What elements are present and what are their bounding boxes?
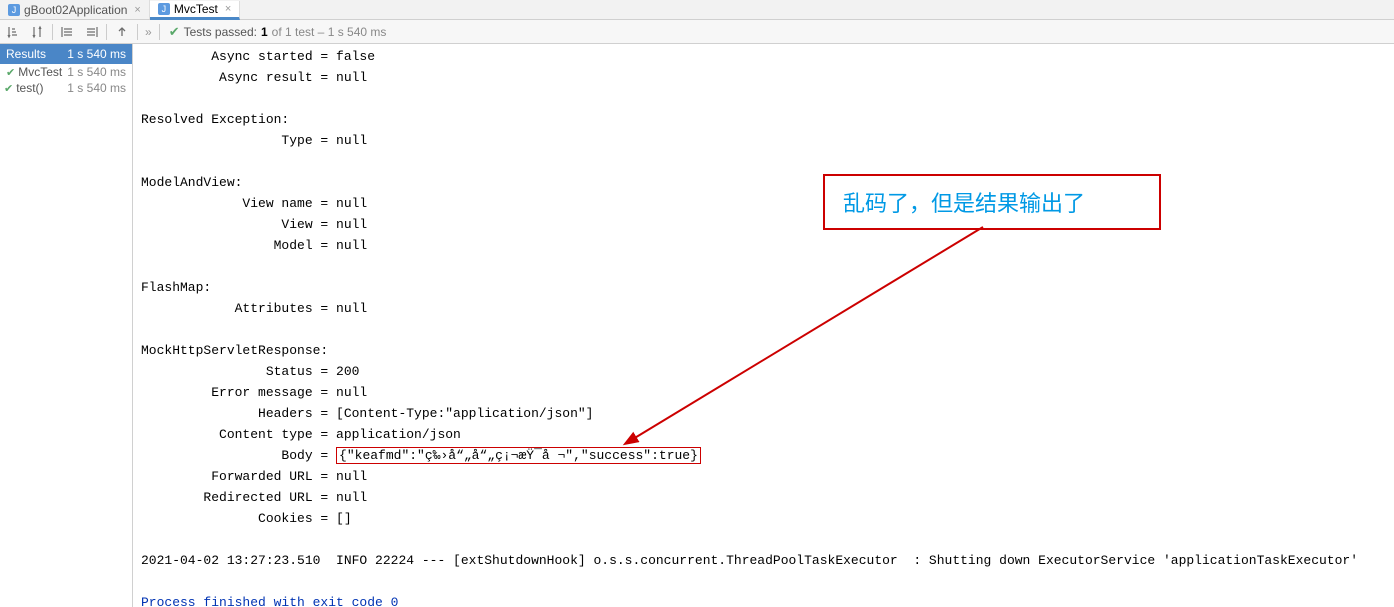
tab-app[interactable]: J gBoot02Application × (0, 0, 150, 19)
exit-code-line: Process finished with exit code 0 (141, 595, 398, 607)
sort-duration-button[interactable] (27, 22, 47, 42)
results-time: 1 s 540 ms (67, 47, 126, 61)
tree-row-class[interactable]: ✔ MvcTest 1 s 540 ms (0, 64, 132, 80)
separator (159, 24, 160, 40)
tab-label: MvcTest (174, 2, 218, 16)
pass-icon: ✔ (4, 82, 13, 95)
tests-status: ✔ Tests passed: 1 of 1 test – 1 s 540 ms (169, 24, 387, 40)
sort-icon (30, 25, 44, 39)
sort-alpha-button[interactable] (4, 22, 24, 42)
separator (106, 24, 107, 40)
up-arrow-icon (115, 25, 129, 39)
prev-failed-button[interactable] (112, 22, 132, 42)
pass-icon: ✔ (6, 66, 15, 79)
collapse-all-button[interactable] (81, 22, 101, 42)
sort-icon (7, 25, 21, 39)
status-count: 1 (261, 25, 268, 39)
results-label: Results (6, 47, 46, 61)
separator (137, 24, 138, 40)
chevron-label: » (145, 25, 152, 39)
expand-all-button[interactable] (58, 22, 78, 42)
close-icon[interactable]: × (134, 4, 140, 16)
java-icon: J (8, 4, 20, 16)
console-output[interactable]: Async started = false Async result = nul… (133, 44, 1394, 607)
annotation-text: 乱码了，但是结果输出了 (843, 191, 1085, 216)
test-toolbar: » ✔ Tests passed: 1 of 1 test – 1 s 540 … (0, 20, 1394, 44)
main-area: Results 1 s 540 ms ✔ MvcTest 1 s 540 ms … (0, 44, 1394, 607)
tree-time: 1 s 540 ms (67, 81, 126, 95)
tab-mvctest[interactable]: J MvcTest × (150, 1, 240, 20)
collapse-icon (84, 25, 98, 39)
results-header[interactable]: Results 1 s 540 ms (0, 44, 132, 64)
expand-icon (61, 25, 75, 39)
test-results-panel: Results 1 s 540 ms ✔ MvcTest 1 s 540 ms … (0, 44, 133, 607)
console-text: Async started = false Async result = nul… (133, 44, 1394, 607)
close-icon[interactable]: × (225, 3, 231, 15)
status-suffix: of 1 test – 1 s 540 ms (272, 25, 387, 39)
tree-row-method[interactable]: ✔ test() 1 s 540 ms (0, 80, 132, 96)
tree-label: MvcTest (18, 65, 62, 79)
tree-time: 1 s 540 ms (67, 65, 126, 79)
editor-tabs: J gBoot02Application × J MvcTest × (0, 0, 1394, 20)
check-icon: ✔ (169, 24, 180, 40)
response-body-highlight: {"keafmd":"ç‰›å“„å“„ç¡¬æŸ¯å ¬","success"… (336, 447, 701, 464)
separator (52, 24, 53, 40)
annotation-callout: 乱码了，但是结果输出了 (823, 174, 1161, 230)
status-prefix: Tests passed: (184, 25, 257, 39)
java-icon: J (158, 3, 170, 15)
tab-label: gBoot02Application (24, 3, 127, 17)
tree-label: test() (16, 81, 43, 95)
